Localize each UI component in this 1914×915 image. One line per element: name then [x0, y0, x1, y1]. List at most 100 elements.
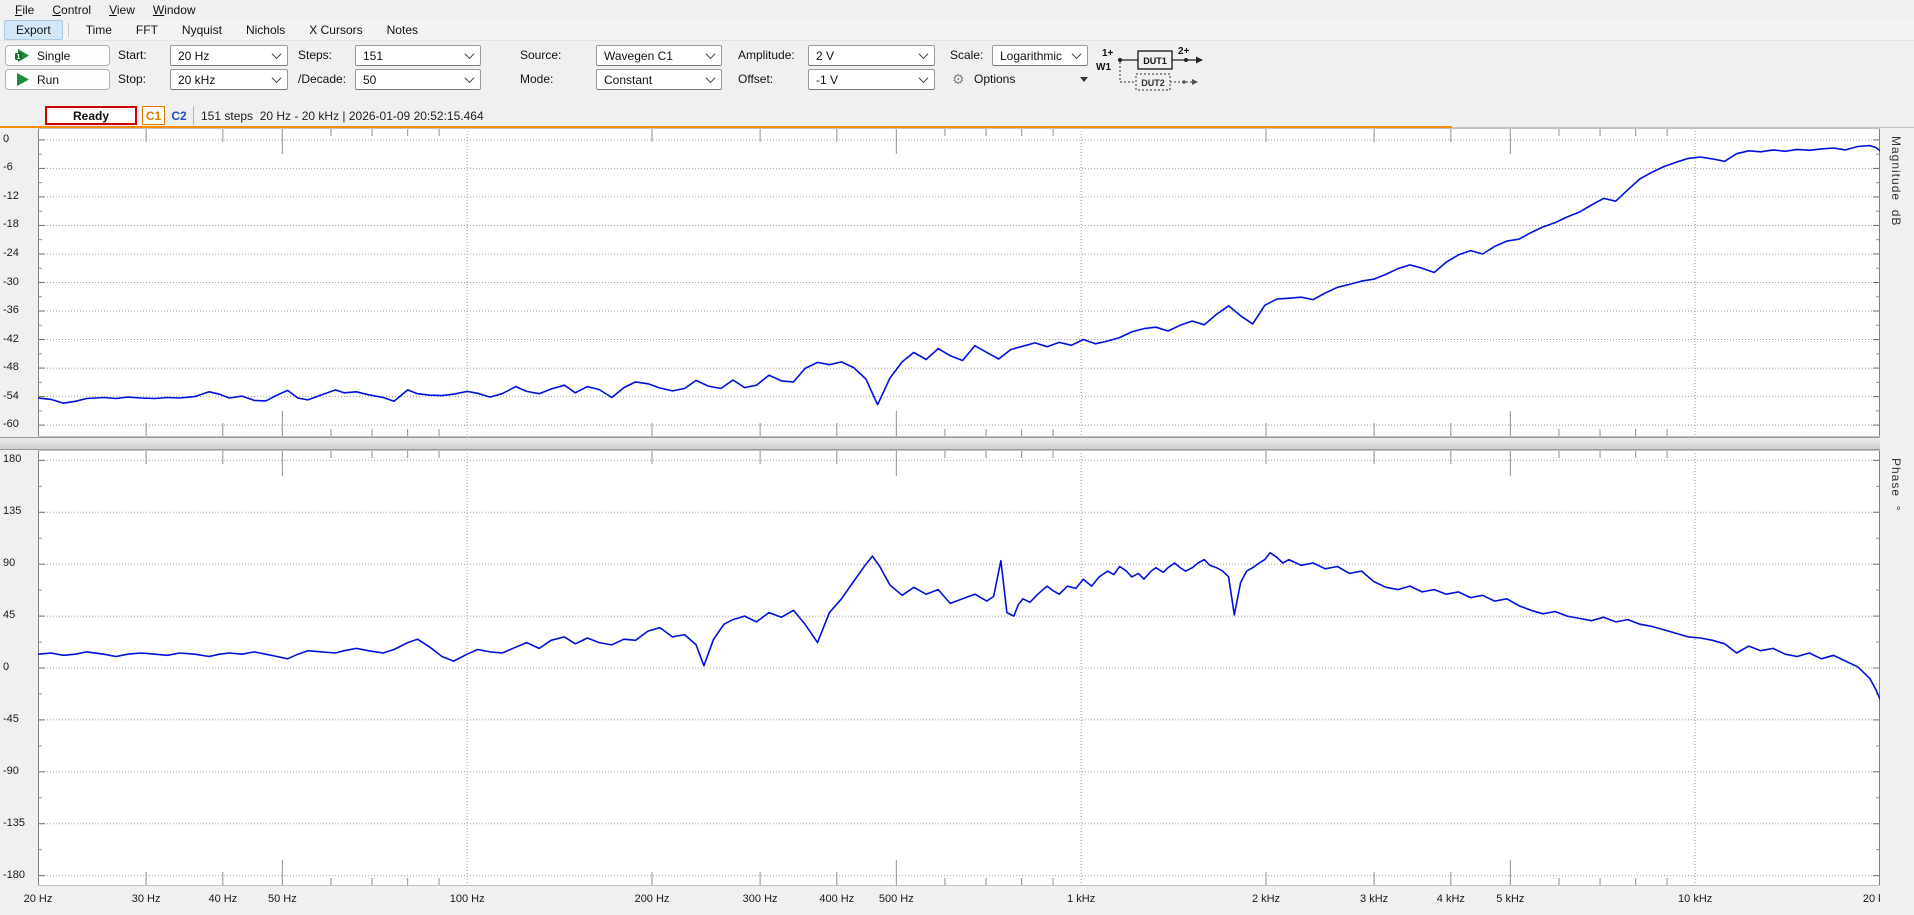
frequency-axis-labels: 20 Hz30 Hz40 Hz50 Hz100 Hz200 Hz300 Hz40…	[0, 886, 1914, 915]
phase-chart[interactable]	[38, 450, 1880, 886]
y-tick-label: -45	[3, 713, 19, 727]
steps-select[interactable]: 151	[355, 45, 481, 66]
menu-window[interactable]: Window	[144, 1, 205, 19]
x-tick-label: 4 kHz	[1437, 893, 1465, 905]
chevron-down-icon	[465, 49, 475, 59]
scale-label: Scale:	[950, 48, 983, 62]
toolbar: 1 Single Start: 20 Hz Steps: 151 Source:…	[0, 41, 1914, 92]
y-tick-label: -48	[3, 361, 19, 375]
chevron-down-icon	[272, 73, 282, 83]
source-label: Source:	[520, 48, 561, 62]
chart-area: 0-6-12-18-24-30-36-42-48-54-60 180135904…	[0, 128, 1914, 915]
status-divider	[193, 106, 194, 125]
x-tick-label: 500 Hz	[879, 893, 914, 905]
per-decade-select[interactable]: 50	[355, 69, 481, 90]
start-frequency-value: 20 Hz	[178, 49, 209, 63]
mode-value: Constant	[604, 73, 652, 87]
amplitude-label: Amplitude:	[738, 48, 795, 62]
wiring-out-plus-label: 2+	[1178, 46, 1190, 57]
x-tick-label: 20 Hz	[24, 893, 53, 905]
y-tick-label: -18	[3, 218, 19, 232]
tab-divider	[68, 23, 69, 37]
steps-label: Steps:	[298, 48, 332, 62]
y-tick-label: -12	[3, 190, 19, 204]
tab-bar: Export TimeFFTNyquistNicholsX CursorsNote…	[0, 20, 1914, 41]
chart-splitter[interactable]	[0, 437, 1914, 450]
single-button-label: Single	[37, 49, 70, 63]
tab-notes[interactable]: Notes	[375, 20, 430, 40]
magnitude-axis-title: Magnitude dB	[1889, 136, 1903, 226]
menu-file[interactable]: File	[6, 1, 43, 19]
y-tick-label: -24	[3, 247, 19, 261]
x-tick-label: 40 Hz	[208, 893, 237, 905]
dut1-label: DUT1	[1143, 56, 1167, 66]
chevron-down-icon	[919, 49, 929, 59]
source-select[interactable]: Wavegen C1	[596, 45, 722, 66]
amplitude-select[interactable]: 2 V	[808, 45, 935, 66]
run-button[interactable]: Run	[5, 69, 110, 90]
scale-select[interactable]: Logarithmic	[992, 45, 1088, 66]
y-tick-label: -36	[3, 304, 19, 318]
y-tick-label: 0	[3, 133, 9, 147]
options-label[interactable]: Options	[974, 72, 1015, 86]
offset-select[interactable]: -1 V	[808, 69, 935, 90]
chevron-down-icon	[1072, 49, 1082, 59]
tab-time[interactable]: Time	[74, 20, 124, 40]
tab-nichols[interactable]: Nichols	[234, 20, 297, 40]
channel-1-badge[interactable]: C1	[142, 106, 165, 125]
tab-export[interactable]: Export	[4, 20, 63, 40]
mode-label: Mode:	[520, 72, 553, 86]
chevron-down-icon	[272, 49, 282, 59]
wiring-node	[1184, 58, 1188, 62]
status-bar: Ready C1 C2 151 steps 20 Hz - 20 kHz | 2…	[0, 92, 1914, 128]
x-tick-label: 3 kHz	[1360, 893, 1388, 905]
y-tick-label: 135	[3, 505, 21, 519]
stop-label: Stop:	[118, 72, 146, 86]
offset-value: -1 V	[816, 73, 838, 87]
right-axis-margin: Magnitude dB Phase °	[1880, 128, 1914, 915]
y-tick-label: 45	[3, 609, 15, 623]
network-analyzer-window: FileControlViewWindow Export TimeFFTNyqui…	[0, 0, 1914, 915]
mode-select[interactable]: Constant	[596, 69, 722, 90]
amplitude-value: 2 V	[816, 49, 834, 63]
phase-y-axis-labels: 18013590450-45-90-135-180	[0, 450, 38, 886]
x-tick-label: 300 Hz	[743, 893, 778, 905]
stop-frequency-select[interactable]: 20 kHz	[170, 69, 288, 90]
wiring-node	[1182, 80, 1186, 84]
y-tick-label: 0	[3, 661, 9, 675]
menu-control[interactable]: Control	[43, 1, 100, 19]
menu-bar: FileControlViewWindow	[0, 0, 1914, 20]
chevron-down-icon	[919, 73, 929, 83]
wavegen-dut-wiring-diagram: 1+ W1 DUT1 2+ DUT2	[1092, 44, 1210, 92]
wiring-w1-label: W1	[1096, 62, 1111, 73]
y-tick-label: -180	[3, 869, 25, 883]
y-tick-label: -30	[3, 276, 19, 290]
y-tick-label: 180	[3, 453, 21, 467]
y-tick-label: -54	[3, 390, 19, 404]
status-ready-badge: Ready	[45, 106, 137, 125]
chevron-down-icon	[706, 73, 716, 83]
svg-text:1: 1	[17, 54, 21, 61]
start-frequency-select[interactable]: 20 Hz	[170, 45, 288, 66]
y-tick-label: -42	[3, 333, 19, 347]
scale-value: Logarithmic	[1000, 49, 1062, 63]
start-label: Start:	[118, 48, 147, 62]
options-dropdown-caret-icon[interactable]	[1080, 77, 1088, 82]
menu-view[interactable]: View	[100, 1, 144, 19]
y-tick-label: -6	[3, 161, 13, 175]
play-single-icon: 1	[15, 49, 30, 62]
sweep-info-text: 151 steps 20 Hz - 20 kHz | 2026-01-09 20…	[201, 109, 484, 123]
per-decade-label: /Decade:	[298, 72, 346, 86]
tab-nyquist[interactable]: Nyquist	[170, 20, 234, 40]
dut2-label: DUT2	[1141, 78, 1165, 88]
single-button[interactable]: 1 Single	[5, 45, 110, 66]
tab-fft[interactable]: FFT	[124, 20, 170, 40]
tab-x-cursors[interactable]: X Cursors	[297, 20, 374, 40]
y-tick-label: 90	[3, 557, 15, 571]
channel-2-badge[interactable]: C2	[168, 106, 190, 125]
chevron-down-icon	[465, 73, 475, 83]
x-tick-label: 10 kHz	[1678, 893, 1712, 905]
wiring-arrow-icon	[1192, 79, 1198, 85]
magnitude-chart[interactable]	[38, 128, 1880, 437]
x-tick-label: 100 Hz	[450, 893, 485, 905]
